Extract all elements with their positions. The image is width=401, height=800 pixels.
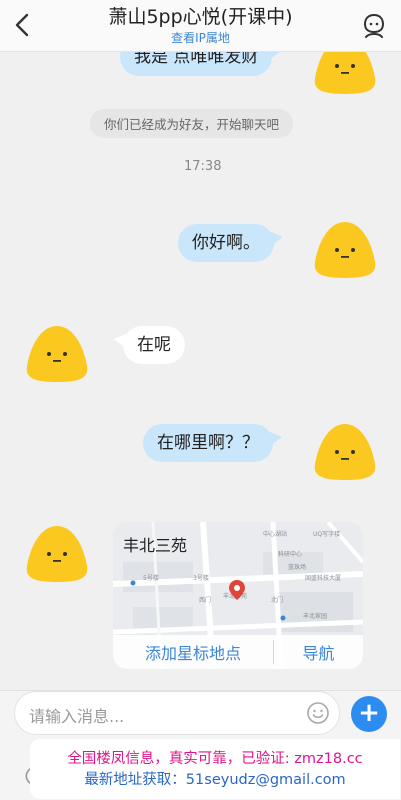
message-text: 我是 点唯唯发财 [134,52,259,67]
map-label: 西门 [199,596,211,604]
contact-avatar[interactable] [24,322,90,384]
promo-line-2: 最新地址获取：51seyudz@gmail.com [84,772,346,788]
emoji-icon[interactable] [306,701,330,725]
my-avatar[interactable] [312,218,378,280]
map-label: 蓝珠场 [288,563,306,571]
user-profile-icon[interactable] [361,12,387,40]
add-attachment-button[interactable]: + [351,696,387,732]
message-input-bar: 请输入消息... + 全国楼凤信息，真实可靠，已验证: zmz18.cc 最新地… [0,690,401,800]
chat-header: 萧山5pp心悦(开课中) 查看IP属地 [0,0,401,52]
map-label: 3号楼 [193,574,209,582]
message-bubble-in[interactable]: 在呢 [114,326,185,364]
location-actions: 添加星标地点 导航 [113,635,363,669]
location-name: 丰北三苑 [123,536,188,555]
map-label: 北门 [271,596,283,604]
add-starred-place-button[interactable]: 添加星标地点 [113,640,273,664]
chat-message-area[interactable]: 我是 点唯唯发财 你们已经成为好友，开始聊天吧 17:38 你好啊。 在呢 在哪… [0,52,401,690]
promo-line-1: 全国楼凤信息，真实可靠，已验证: zmz18.cc [67,751,363,767]
contact-avatar[interactable] [24,522,90,584]
map-label: UQ写字楼 [313,530,340,538]
my-avatar[interactable] [312,420,378,482]
message-bubble-out[interactable]: 我是 点唯唯发财 [120,52,282,76]
map-label: 5号楼 [143,574,159,582]
view-ip-location-link[interactable]: 查看IP属地 [60,30,341,46]
message-text: 在哪里啊？？ [157,433,259,453]
map-label: 中心湖站 [263,530,287,538]
my-avatar[interactable] [312,52,378,96]
location-message-card[interactable]: 中心湖站 UQ写字楼 科研中心 蓝珠场 国盛科技大厦 西门 北门 丰北三苑 丰北… [113,522,363,669]
map-label: 丰北家园 [303,612,327,620]
chat-title: 萧山5pp心悦(开课中) [108,6,293,28]
timestamp: 17:38 [184,159,222,174]
title-area: 萧山5pp心悦(开课中) 查看IP属地 [60,5,341,46]
message-bubble-out[interactable]: 你好啊。 [178,224,283,262]
map-label: 国盛科技大厦 [305,574,341,582]
plus-icon: + [358,698,380,728]
message-bubble-out[interactable]: 在哪里啊？？ [143,424,282,462]
promo-banner[interactable]: 全国楼凤信息，真实可靠，已验证: zmz18.cc 最新地址获取：51seyud… [30,739,400,799]
message-input[interactable]: 请输入消息... [14,691,340,735]
map-label: 科研中心 [278,550,302,558]
message-text: 在呢 [137,335,171,355]
message-text: 你好啊。 [192,233,260,253]
navigate-button[interactable]: 导航 [273,640,363,664]
back-arrow-icon[interactable] [10,12,36,38]
system-notice: 你们已经成为好友，开始聊天吧 [90,109,294,138]
